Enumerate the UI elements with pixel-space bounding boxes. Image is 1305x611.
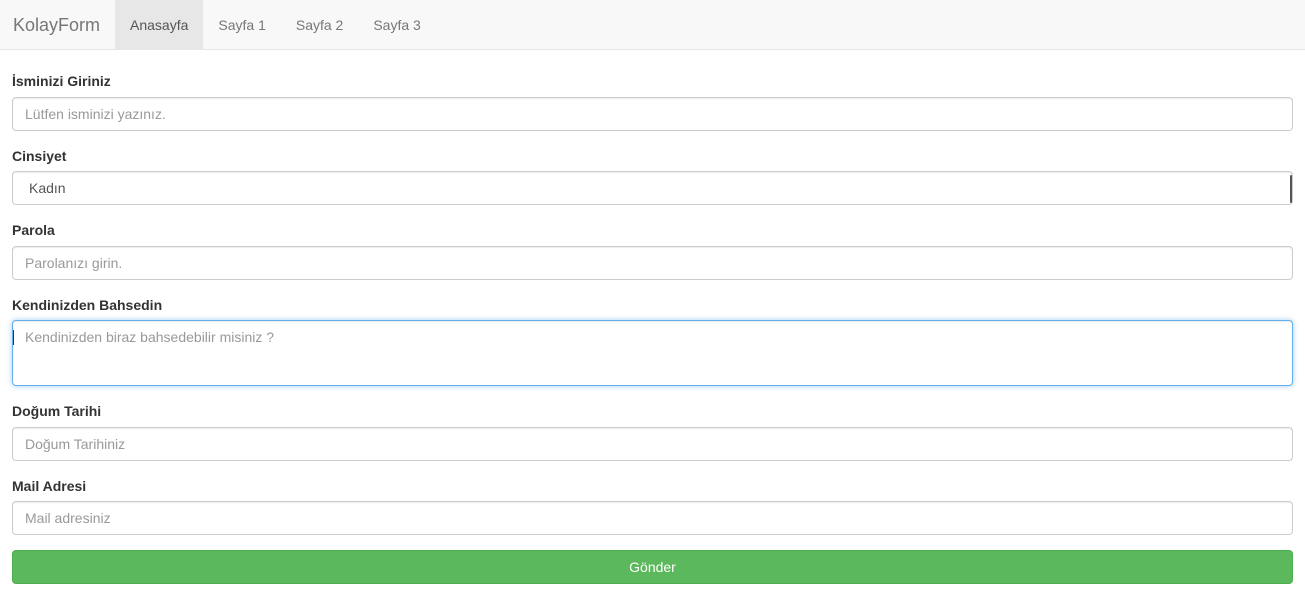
top-navbar: KolayForm Anasayfa Sayfa 1 Sayfa 2 Sayfa… [0,0,1305,50]
birthdate-input[interactable] [12,427,1293,461]
tab-sayfa-1[interactable]: Sayfa 1 [203,0,280,50]
name-label: İsminizi Giriniz [12,73,111,89]
tab-sayfa-2[interactable]: Sayfa 2 [281,0,358,50]
password-input[interactable] [12,246,1293,280]
tab-anasayfa[interactable]: Anasayfa [115,0,204,50]
gender-select[interactable]: Kadın [12,171,1293,205]
nav-tabs: Anasayfa Sayfa 1 Sayfa 2 Sayfa 3 [115,0,436,50]
name-input[interactable] [12,97,1293,131]
submit-button[interactable]: Gönder [12,550,1293,584]
gender-label: Cinsiyet [12,148,67,164]
email-input[interactable] [12,501,1293,535]
gender-selected-value: Kadın [29,180,66,196]
email-label: Mail Adresi [12,478,87,494]
brand-logo[interactable]: KolayForm [13,0,100,50]
about-textarea[interactable] [12,320,1293,386]
birthdate-label: Doğum Tarihi [12,403,102,419]
select-scroll-indicator [1290,175,1292,203]
password-label: Parola [12,222,55,238]
text-cursor [13,330,14,345]
about-label: Kendinizden Bahsedin [12,297,163,313]
tab-sayfa-3[interactable]: Sayfa 3 [358,0,435,50]
